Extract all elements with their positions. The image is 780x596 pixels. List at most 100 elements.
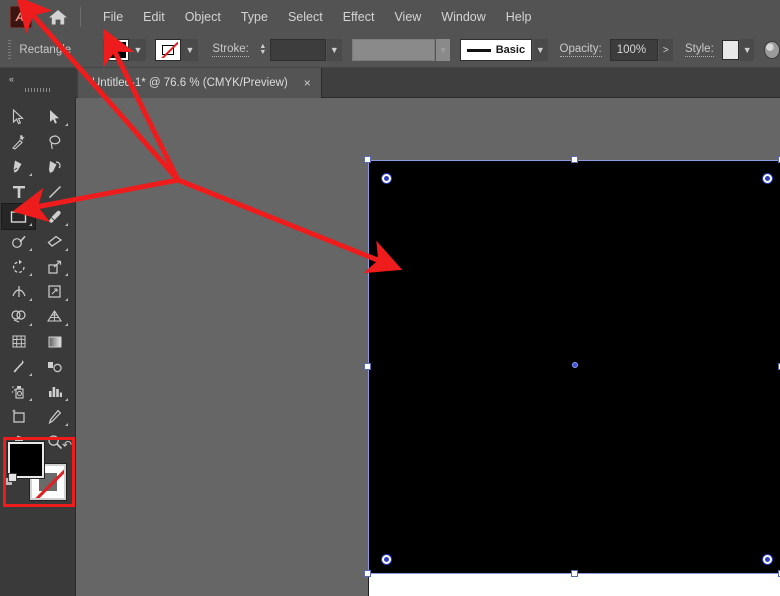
control-bar-drag-handle[interactable] — [8, 40, 12, 60]
globe-icon[interactable] — [764, 41, 780, 59]
style-chevron-icon[interactable]: ▼ — [740, 39, 755, 61]
tools-grid — [0, 98, 76, 454]
opacity-input[interactable]: 100% — [609, 39, 658, 61]
corner-radius-widget-tl[interactable] — [382, 174, 391, 183]
scale-tool[interactable] — [38, 254, 71, 279]
style-label[interactable]: Style: — [685, 43, 714, 57]
corner-radius-widget-tr[interactable] — [763, 174, 772, 183]
menu-item-file[interactable]: File — [93, 6, 133, 28]
swap-fill-stroke-icon[interactable]: ↶ — [62, 438, 72, 452]
column-graph-tool[interactable] — [38, 379, 71, 404]
default-fill-stroke-icon[interactable] — [4, 473, 18, 492]
menu-item-view[interactable]: View — [384, 6, 431, 28]
handle-bottom-left[interactable] — [364, 570, 371, 577]
menu-item-type[interactable]: Type — [231, 6, 278, 28]
handle-top-left[interactable] — [364, 156, 371, 163]
tool-flyout-indicator — [65, 298, 68, 301]
home-icon[interactable] — [46, 5, 70, 29]
stroke-dropdown-chevron-icon[interactable]: ▼ — [181, 39, 199, 61]
tool-flyout-indicator — [29, 323, 32, 326]
tool-flyout-indicator — [29, 173, 32, 176]
mesh-tool[interactable] — [2, 329, 35, 354]
line-segment-tool[interactable] — [38, 179, 71, 204]
shaper-tool[interactable] — [2, 229, 35, 254]
pen-tool[interactable] — [2, 154, 35, 179]
menu-item-edit[interactable]: Edit — [133, 6, 175, 28]
tool-flyout-indicator — [29, 248, 32, 251]
corner-radius-widget-br[interactable] — [763, 555, 772, 564]
width-tool[interactable] — [2, 279, 35, 304]
menu-item-window[interactable]: Window — [431, 6, 495, 28]
brush-definition-label: Basic — [495, 44, 526, 56]
tools-panel: ↶ ••• — [0, 98, 76, 596]
active-tool-label: Rectangle — [19, 44, 72, 56]
shape-builder-tool[interactable] — [2, 304, 35, 329]
tool-flyout-indicator — [65, 273, 68, 276]
tool-flyout-indicator — [65, 423, 68, 426]
paintbrush-tool[interactable] — [38, 204, 71, 229]
selection-tool[interactable] — [2, 104, 35, 129]
menu-divider — [80, 6, 81, 27]
document-tab[interactable]: Untitled-1* @ 76.6 % (CMYK/Preview) × — [78, 68, 322, 98]
free-transform-tool[interactable] — [38, 279, 71, 304]
ai-logo-button[interactable]: Ai — [10, 5, 32, 28]
perspective-grid-tool[interactable] — [38, 304, 71, 329]
eyedropper-tool[interactable] — [2, 354, 35, 379]
direct-selection-tool[interactable] — [38, 104, 71, 129]
brush-preview-line — [467, 48, 491, 52]
stroke-profile-input[interactable] — [351, 39, 436, 61]
curvature-tool[interactable] — [38, 154, 71, 179]
double-chevron-left-icon[interactable]: « — [9, 74, 76, 84]
menu-bar: Ai File Edit Object Type Select Effect V… — [0, 0, 780, 33]
lasso-tool[interactable] — [38, 129, 71, 154]
handle-bottom-center[interactable] — [571, 570, 578, 577]
opacity-more-options-button[interactable]: > — [658, 39, 673, 61]
menu-item-select[interactable]: Select — [278, 6, 333, 28]
brush-definition-chevron-icon[interactable]: ▼ — [533, 39, 548, 61]
rotate-tool[interactable] — [2, 254, 35, 279]
tool-flyout-indicator — [65, 398, 68, 401]
corner-radius-widget-bl[interactable] — [382, 555, 391, 564]
rectangle-tool[interactable] — [1, 203, 36, 230]
fill-stroke-controls: ↶ — [4, 438, 72, 501]
brush-definition-field[interactable]: Basic — [460, 39, 533, 61]
menu-item-object[interactable]: Object — [175, 6, 231, 28]
stroke-label[interactable]: Stroke: — [212, 43, 249, 57]
tool-flyout-indicator — [29, 223, 32, 226]
tool-flyout-indicator — [29, 273, 32, 276]
blend-tool[interactable] — [38, 354, 71, 379]
slice-tool[interactable] — [38, 404, 71, 429]
tool-panel-drag-handle[interactable] — [25, 87, 51, 92]
tool-flyout-indicator — [29, 373, 32, 376]
type-tool[interactable] — [2, 179, 35, 204]
shape-center-point — [572, 362, 578, 368]
tool-flyout-indicator — [65, 323, 68, 326]
opacity-label[interactable]: Opacity: — [559, 43, 602, 57]
fill-color-swatch[interactable] — [103, 39, 130, 61]
tool-flyout-indicator — [65, 123, 68, 126]
eraser-tool[interactable] — [38, 229, 71, 254]
fill-dropdown-chevron-icon[interactable]: ▼ — [129, 39, 147, 61]
tool-flyout-indicator — [29, 298, 32, 301]
stroke-weight-input[interactable] — [269, 39, 327, 61]
artboard-tool[interactable] — [2, 404, 35, 429]
menu-item-help[interactable]: Help — [496, 6, 542, 28]
gradient-tool[interactable] — [38, 329, 71, 354]
stroke-weight-stepper[interactable]: ▲ ▼ — [257, 39, 269, 61]
tool-panel-header[interactable]: « — [0, 68, 76, 98]
stroke-weight-chevron-icon[interactable]: ▼ — [327, 39, 342, 61]
magic-wand-tool[interactable] — [2, 129, 35, 154]
menu-item-effect[interactable]: Effect — [333, 6, 385, 28]
handle-top-center[interactable] — [571, 156, 578, 163]
close-icon[interactable]: × — [304, 76, 311, 90]
graphic-style-swatch[interactable] — [721, 40, 740, 60]
tool-flyout-indicator — [65, 248, 68, 251]
document-tab-title: Untitled-1* @ 76.6 % (CMYK/Preview) — [92, 77, 288, 89]
canvas-area[interactable] — [76, 98, 780, 596]
stroke-profile-chevron-icon[interactable]: ▼ — [436, 39, 451, 61]
tool-flyout-indicator — [29, 198, 32, 201]
tool-flyout-indicator — [29, 398, 32, 401]
handle-middle-left[interactable] — [364, 363, 371, 370]
stroke-color-swatch[interactable] — [155, 39, 182, 61]
symbol-sprayer-tool[interactable] — [2, 379, 35, 404]
